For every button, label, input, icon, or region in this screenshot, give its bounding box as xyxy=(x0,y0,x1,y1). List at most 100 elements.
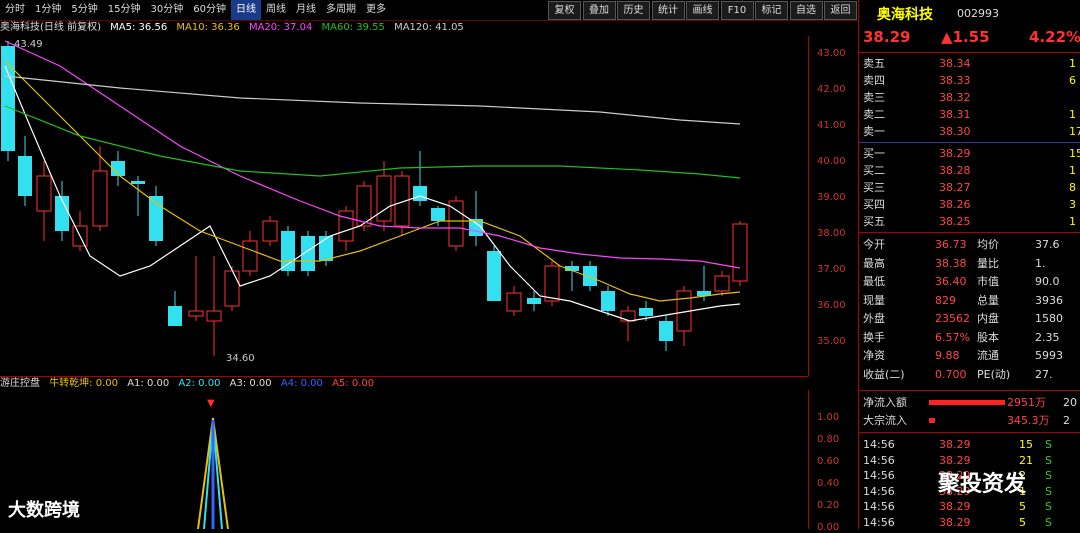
stat-label-2: 均价 xyxy=(977,238,999,251)
stat-row: 现量 829 总量 3936 xyxy=(859,292,1080,309)
stat-value-2: 1580 xyxy=(1035,312,1063,325)
toolbar-button-6[interactable]: 标记 xyxy=(755,1,788,20)
flow-extra: 2 xyxy=(1063,414,1070,427)
book-label: 买一 xyxy=(863,147,885,160)
period-tab-3[interactable]: 15分钟 xyxy=(103,0,146,20)
candle-body xyxy=(36,175,52,212)
sub-tick: 0.40 xyxy=(817,478,840,489)
period-tab-4[interactable]: 30分钟 xyxy=(145,0,188,20)
candle-body xyxy=(394,175,410,227)
candle-body xyxy=(527,298,541,304)
period-tab-7[interactable]: 周线 xyxy=(261,0,291,20)
stat-value: 6.57% xyxy=(935,330,970,344)
book-price: 38.27 xyxy=(939,181,971,194)
sub-indicator-legend: 游庄控盘 牛转乾坤: 0.00 A1: 0.00 A2: 0.00 A3: 0.… xyxy=(0,376,808,391)
stat-row: 最高 38.38 量比 1. xyxy=(859,255,1080,272)
period-tab-6[interactable]: 日线 xyxy=(230,0,261,20)
period-tab-2[interactable]: 5分钟 xyxy=(66,0,102,20)
book-price: 38.33 xyxy=(939,74,971,87)
ask-row: 卖四 38.33 6 xyxy=(859,72,1080,89)
sub-tick: 0.00 xyxy=(817,522,840,533)
tick-time: 14:56 xyxy=(863,469,895,482)
candlestick-chart[interactable]: 43.49 34.60 xyxy=(0,36,808,376)
toolbar-button-0[interactable]: 复权 xyxy=(548,1,581,20)
candle-body xyxy=(188,310,204,317)
book-volume: 3 xyxy=(1069,198,1076,211)
tick-vol: 5 xyxy=(1019,500,1026,513)
toolbar-button-3[interactable]: 统计 xyxy=(651,1,685,20)
stat-value: 36.40 xyxy=(935,275,967,288)
book-price: 38.34 xyxy=(939,57,971,70)
stat-row: 今开 36.73 均价 37.6 xyxy=(859,236,1080,253)
sub-peak-marker: ▼ xyxy=(207,398,215,409)
sub-item-1: A1: 0.00 xyxy=(127,378,170,389)
toolbar-button-5[interactable]: F10 xyxy=(720,1,754,20)
book-label: 买三 xyxy=(863,181,885,194)
candle-body xyxy=(639,308,653,316)
ma20-line xyxy=(4,40,741,269)
sub-indicator-chart[interactable]: ▼ xyxy=(0,390,808,529)
stat-label: 净资 xyxy=(863,349,885,362)
book-volume: 8 xyxy=(1069,181,1076,194)
tick-side: S xyxy=(1045,500,1052,513)
stat-value: 0.700 xyxy=(935,367,967,381)
stock-name: 奥海科技 xyxy=(877,7,933,23)
toolbar-button-2[interactable]: 历史 xyxy=(617,1,650,20)
toolbar-button-8[interactable]: 返回 xyxy=(824,1,857,20)
flow-bar xyxy=(929,418,935,423)
low-annotation: 34.60 xyxy=(226,353,255,364)
candle-body xyxy=(487,251,501,301)
bid-row: 买四 38.26 3 xyxy=(859,196,1080,213)
sub-indicator-name: 游庄控盘 xyxy=(0,378,40,389)
stat-label: 收益(二) xyxy=(863,367,905,381)
ma120-label: MA120: 41.05 xyxy=(394,22,464,33)
toolbar-button-1[interactable]: 叠加 xyxy=(582,1,616,20)
period-tab-1[interactable]: 1分钟 xyxy=(30,0,66,20)
stat-label: 最低 xyxy=(863,275,885,288)
stat-label: 外盘 xyxy=(863,312,885,325)
tick-time: 14:56 xyxy=(863,438,895,451)
book-volume: 1 xyxy=(1069,215,1076,228)
flow-row: 净流入额 2951万 20 xyxy=(859,394,1080,411)
candle-body xyxy=(131,181,145,184)
stat-row: 净资 9.88 流通 5993 xyxy=(859,347,1080,364)
period-tab-9[interactable]: 多周期 xyxy=(321,0,361,20)
price-tick: 35.00 xyxy=(817,336,846,347)
bid-row: 买五 38.25 1 xyxy=(859,213,1080,230)
tick-time: 14:56 xyxy=(863,515,895,529)
ma10-label: MA10: 36.36 xyxy=(176,22,240,33)
tick-side: S xyxy=(1045,484,1052,498)
period-tab-5[interactable]: 60分钟 xyxy=(188,0,231,20)
book-label: 卖三 xyxy=(863,91,885,104)
candle-body xyxy=(431,208,445,221)
period-tab-10[interactable]: 更多 xyxy=(361,0,391,20)
toolbar-button-7[interactable]: 自选 xyxy=(789,1,823,20)
bid-row: 买一 38.29 15 xyxy=(859,145,1080,162)
period-tab-8[interactable]: 月线 xyxy=(291,0,321,20)
price-tick: 42.00 xyxy=(817,84,846,95)
candle-body xyxy=(224,270,240,307)
toolbar-button-4[interactable]: 画线 xyxy=(686,1,719,20)
flow-value: 345.3万 xyxy=(1007,414,1050,427)
book-volume: 1 xyxy=(1069,108,1076,121)
ma-legend: 奥海科技(日线 前复权) MA5: 36.56 MA10: 36.36 MA20… xyxy=(0,20,858,36)
book-label: 买四 xyxy=(863,198,885,211)
book-label: 卖四 xyxy=(863,74,885,87)
ma5-line xyxy=(4,65,741,322)
stat-value-2: 3936 xyxy=(1035,293,1063,307)
tick-time: 14:56 xyxy=(863,484,895,498)
price-tick: 40.00 xyxy=(817,156,846,167)
book-label: 卖一 xyxy=(863,125,885,138)
stat-label: 现量 xyxy=(863,293,885,307)
price-tick: 41.00 xyxy=(817,120,846,131)
period-tab-0[interactable]: 分时 xyxy=(0,0,30,20)
stat-value-2: 1. xyxy=(1035,256,1046,270)
quote-panel: 奥海科技 002993 38.29 ▲1.55 4.22% 卖五 38.34 1 卖四… xyxy=(858,0,1080,529)
stat-value-2: 90.0 xyxy=(1035,275,1060,288)
candle-body xyxy=(732,223,748,282)
sub-item-2: A2: 0.00 xyxy=(178,378,221,389)
tick-price: 38.29 xyxy=(939,438,971,451)
book-price: 38.26 xyxy=(939,198,971,211)
stat-value: 9.88 xyxy=(935,349,960,362)
ma120-line xyxy=(4,75,741,125)
